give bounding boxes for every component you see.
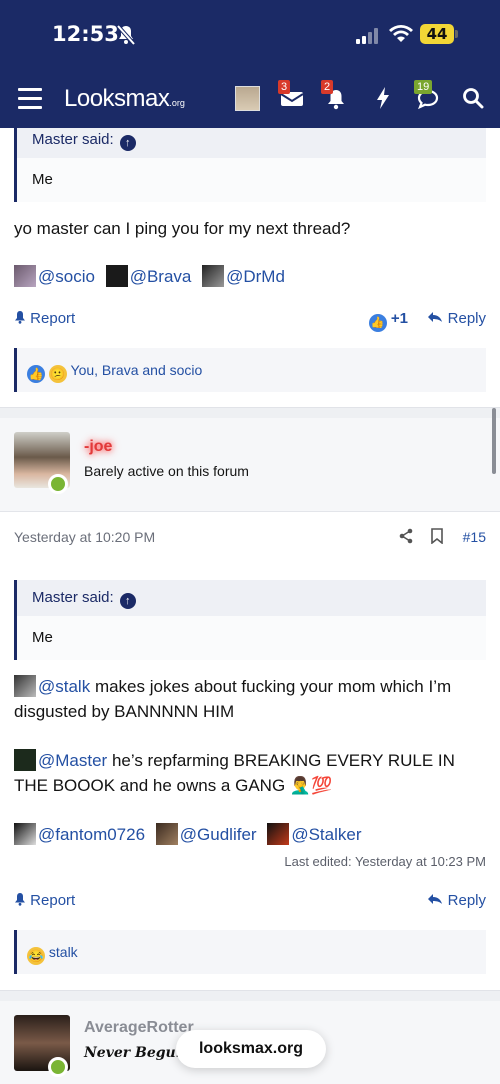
mentions-line: @socio @Brava @DrMd	[14, 264, 291, 289]
post-meta: Yesterday at 10:20 PM #15	[14, 526, 486, 548]
logo-text: Looksmax	[64, 85, 170, 112]
bell-icon	[15, 893, 25, 906]
reaction-score[interactable]: 👍 +1	[368, 310, 408, 332]
report-button[interactable]: Report	[14, 892, 75, 909]
post-number[interactable]: #15	[463, 529, 486, 545]
mention-avatar	[14, 675, 36, 697]
bell-icon	[15, 311, 25, 324]
username[interactable]: AverageRotter	[84, 1019, 194, 1037]
mention-avatar	[14, 265, 36, 287]
bookmark-icon[interactable]	[430, 528, 444, 547]
battery-nub	[455, 30, 458, 38]
like-icon: 👍	[368, 314, 387, 332]
mentions-line: @fantom0726 @Gudlifer @Stalker	[14, 822, 367, 847]
reaction-score-label: +1	[390, 310, 408, 327]
online-indicator	[48, 474, 68, 494]
mention-avatar	[105, 265, 128, 287]
conversations-badge: 19	[414, 80, 433, 94]
search-icon	[463, 88, 484, 109]
mention-link[interactable]: @stalk	[38, 677, 90, 696]
mention-avatar	[155, 823, 178, 845]
mention-avatar	[14, 749, 36, 771]
menu-icon[interactable]	[18, 88, 42, 110]
wifi-icon	[389, 24, 413, 47]
post-date[interactable]: Yesterday at 10:20 PM	[14, 529, 155, 545]
quote-header[interactable]: Master said: ↑	[17, 128, 486, 158]
quote-jump-icon[interactable]: ↑	[119, 593, 136, 609]
quote-header[interactable]: Master said: ↑	[17, 580, 486, 616]
online-indicator	[48, 1057, 68, 1077]
report-label: Report	[30, 892, 76, 909]
emoji-text: 🤦‍♂️💯	[289, 776, 333, 795]
like-reaction-icon: 👍	[27, 365, 45, 383]
post-message: yo master can I ping you for my next thr…	[14, 219, 351, 238]
quote-text: Me	[17, 616, 486, 660]
quote-block: Master said: ↑ Me	[14, 128, 486, 202]
mention-link[interactable]: @Brava	[130, 267, 192, 286]
mention-avatar	[14, 823, 36, 845]
report-button[interactable]: Report	[14, 310, 75, 327]
mention-avatar	[202, 265, 225, 287]
bell-muted-icon	[116, 24, 136, 51]
post-actions: Report Reply	[14, 890, 486, 914]
reply-button[interactable]: Reply	[427, 310, 486, 327]
reply-label: Reply	[447, 310, 486, 327]
status-bar: 12:53 44	[0, 18, 500, 52]
quote-author: Master said:	[32, 131, 114, 148]
reactions-users: stalk	[48, 944, 78, 960]
alerts-badge: 2	[321, 80, 334, 94]
conversations-button[interactable]: 19	[414, 80, 440, 115]
post-actions: Report 👍 +1 Reply	[14, 308, 486, 332]
quote-jump-icon[interactable]: ↑	[119, 135, 136, 151]
app-header: 12:53 44 Looksmax.org 3 2 19	[0, 0, 500, 128]
reply-arrow-icon	[428, 312, 443, 322]
quote-author: Master said:	[32, 589, 114, 606]
post-message-line: @Master he’s repfarming BREAKING EVERY R…	[14, 748, 486, 798]
lightning-icon	[377, 87, 389, 109]
mention-link[interactable]: @Gudlifer	[180, 825, 257, 844]
logo-suffix: .org	[169, 98, 185, 108]
url-pill[interactable]: looksmax.org	[176, 1030, 326, 1068]
mention-link[interactable]: @fantom0726	[38, 825, 145, 844]
reply-arrow-icon	[428, 894, 443, 904]
post-message-line: @stalk makes jokes about fucking your mo…	[14, 674, 486, 724]
last-edited: Last edited: Yesterday at 10:23 PM	[284, 854, 486, 869]
laugh-reaction-icon: 😂	[27, 947, 45, 965]
mention-avatar	[267, 823, 290, 845]
whats-new-button[interactable]	[375, 86, 391, 115]
reactions-users: You, Brava and socio	[70, 362, 203, 378]
mention-link[interactable]: @Master	[38, 751, 107, 770]
user-title: Barely active on this forum	[84, 463, 249, 479]
username[interactable]: -joe	[84, 438, 112, 456]
quote-text: Me	[17, 158, 486, 202]
search-button[interactable]	[462, 86, 484, 115]
cellular-signal-icon	[356, 28, 380, 49]
inbox-badge: 3	[278, 80, 291, 94]
status-time: 12:53	[52, 22, 119, 46]
reactions-bar[interactable]: 😂 stalk	[14, 930, 486, 974]
mention-link[interactable]: @DrMd	[226, 267, 285, 286]
mention-link[interactable]: @socio	[38, 267, 95, 286]
navbar: Looksmax.org 3 2 19	[0, 80, 500, 120]
reply-button[interactable]: Reply	[427, 892, 486, 909]
report-label: Report	[30, 310, 76, 327]
share-icon[interactable]	[398, 528, 414, 547]
post-user-header: -joe Barely active on this forum	[0, 418, 500, 512]
mention-link[interactable]: @Stalker	[291, 825, 361, 844]
account-avatar[interactable]	[235, 86, 260, 111]
alerts-button[interactable]: 2	[321, 80, 347, 115]
battery-indicator: 44	[420, 24, 454, 44]
user-title: Never Begun	[84, 1045, 186, 1061]
quote-block: Master said: ↑ Me	[14, 580, 486, 660]
reactions-bar[interactable]: 👍 😕 You, Brava and socio	[14, 348, 486, 392]
confused-reaction-icon: 😕	[48, 365, 67, 383]
reply-label: Reply	[447, 892, 486, 909]
scrollbar[interactable]	[492, 408, 496, 474]
site-logo[interactable]: Looksmax.org	[64, 85, 185, 113]
thread-content: Master said: ↑ Me yo master can I ping yo…	[0, 128, 500, 1084]
inbox-button[interactable]: 3	[278, 80, 304, 113]
